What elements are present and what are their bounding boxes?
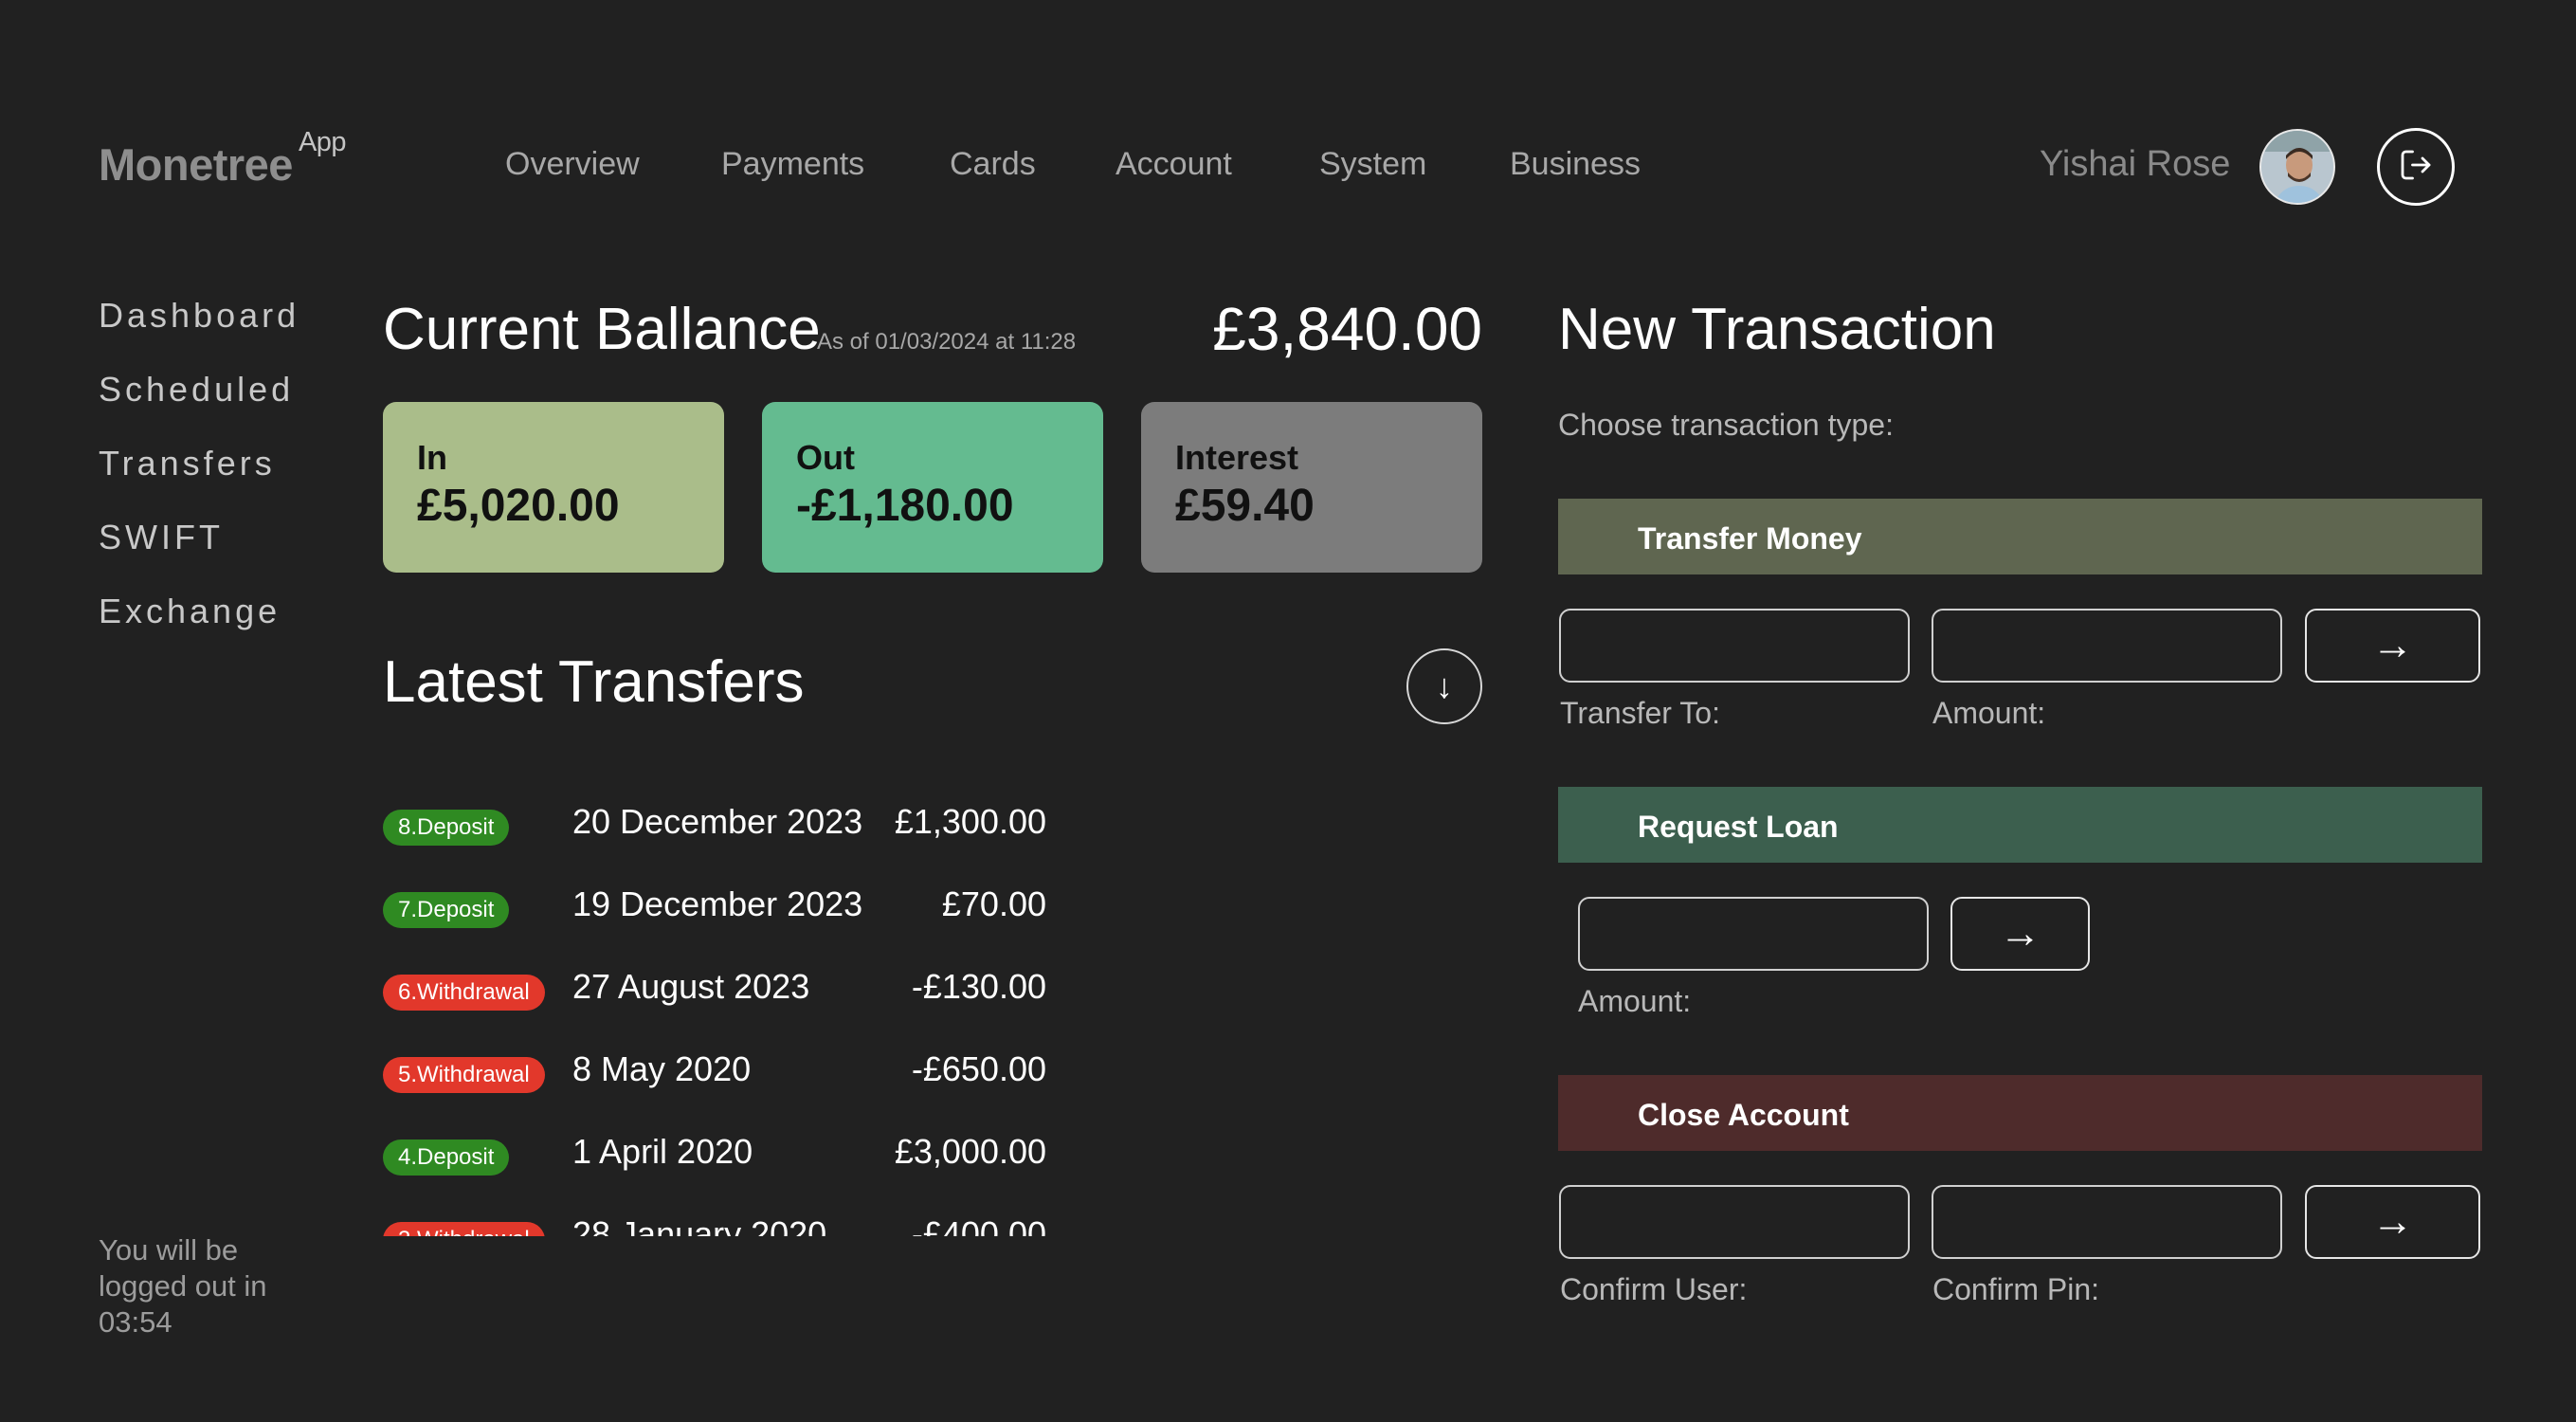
sidebar-item-transfers[interactable]: Transfers [99, 444, 276, 483]
balance-amount: £3,840.00 [1212, 295, 1482, 363]
summary-label: Out [796, 438, 855, 477]
tx-amount: -£130.00 [911, 967, 1046, 1006]
transfer-amount-input[interactable] [1932, 609, 2282, 683]
nav-overview[interactable]: Overview [505, 146, 640, 183]
sidebar-item-exchange[interactable]: Exchange [99, 592, 281, 631]
table-row: 5.Withdrawal 8 May 2020 -£650.00 [383, 1030, 1198, 1113]
loan-amount-label: Amount: [1578, 984, 1692, 1018]
sidebar-item-dashboard[interactable]: Dashboard [99, 296, 299, 336]
tx-type-badge: 7.Deposit [383, 892, 510, 928]
tx-date: 28 January 2020 [572, 1214, 827, 1236]
sidebar-item-swift[interactable]: SWIFT [99, 518, 224, 557]
table-row: 7.Deposit 19 December 2023 £70.00 [383, 866, 1198, 948]
transfers-list[interactable]: 8.Deposit 20 December 2023 £1,300.00 7.D… [383, 783, 1198, 1236]
balance-as-of: As of 01/03/2024 at 11:28 [817, 329, 1077, 355]
logout-icon [2396, 145, 2436, 190]
tx-type-badge: 8.Deposit [383, 810, 510, 846]
confirm-user-label: Confirm User: [1560, 1272, 1748, 1306]
sort-button[interactable]: ↓ [1406, 648, 1482, 724]
confirm-user-input[interactable] [1559, 1185, 1910, 1259]
arrow-right-icon: → [1999, 910, 2041, 957]
table-row: 8.Deposit 20 December 2023 £1,300.00 [383, 783, 1198, 866]
tx-type-badge: 6.Withdrawal [383, 975, 545, 1011]
tx-amount: £1,300.00 [894, 802, 1046, 841]
loan-submit-button[interactable]: → [1950, 897, 2090, 971]
avatar[interactable] [2259, 129, 2335, 205]
user-name[interactable]: Yishai Rose [2040, 144, 2230, 185]
request-loan-header: Request Loan [1558, 787, 2482, 863]
summary-value: £5,020.00 [417, 481, 620, 531]
tx-type-badge: 3.Withdrawal [383, 1222, 545, 1236]
tx-type-badge: 4.Deposit [383, 1139, 510, 1176]
nav-business[interactable]: Business [1510, 146, 1641, 183]
transfer-money-header: Transfer Money [1558, 499, 2482, 574]
confirm-pin-label: Confirm Pin: [1932, 1272, 2100, 1306]
new-transaction-title: New Transaction [1558, 297, 1996, 362]
app-suffix: App [298, 127, 347, 158]
table-row: 3.Withdrawal 28 January 2020 -£400.00 [383, 1195, 1198, 1236]
latest-transfers-title: Latest Transfers [383, 649, 805, 715]
summary-value: -£1,180.00 [796, 481, 1014, 531]
app-name: Monetree [99, 139, 293, 190]
summary-label: In [417, 438, 447, 477]
confirm-pin-input[interactable] [1932, 1185, 2282, 1259]
loan-amount-input[interactable] [1578, 897, 1929, 971]
tx-amount: £70.00 [941, 884, 1046, 923]
summary-card-in: In £5,020.00 [383, 402, 724, 573]
summary-card-out: Out -£1,180.00 [762, 402, 1103, 573]
tx-type-badge: 5.Withdrawal [383, 1057, 545, 1093]
tx-date: 20 December 2023 [572, 802, 863, 841]
tx-date: 27 August 2023 [572, 967, 810, 1006]
new-transaction-subtitle: Choose transaction type: [1558, 408, 1894, 442]
nav-cards[interactable]: Cards [950, 146, 1036, 183]
tx-date: 8 May 2020 [572, 1049, 752, 1088]
summary-value: £59.40 [1175, 481, 1315, 531]
balance-title: Current Ballance [383, 297, 821, 362]
close-account-header: Close Account [1558, 1075, 2482, 1151]
logout-button[interactable] [2377, 128, 2455, 206]
sidebar-item-scheduled[interactable]: Scheduled [99, 370, 294, 410]
tx-amount: -£650.00 [911, 1049, 1046, 1088]
tx-amount: £3,000.00 [894, 1132, 1046, 1171]
arrow-down-icon: ↓ [1436, 666, 1453, 705]
tx-date: 1 April 2020 [572, 1132, 753, 1171]
nav-account[interactable]: Account [1116, 146, 1232, 183]
app-logo[interactable]: Monetree App [99, 127, 347, 191]
summary-label: Interest [1175, 438, 1299, 477]
nav-payments[interactable]: Payments [721, 146, 864, 183]
table-row: 4.Deposit 1 April 2020 £3,000.00 [383, 1113, 1198, 1195]
transfer-submit-button[interactable]: → [2305, 609, 2480, 683]
nav-system[interactable]: System [1319, 146, 1426, 183]
arrow-right-icon: → [2371, 622, 2414, 668]
transfer-amount-label: Amount: [1932, 696, 2046, 730]
tx-date: 19 December 2023 [572, 884, 863, 923]
summary-card-interest: Interest £59.40 [1141, 402, 1482, 573]
close-account-submit-button[interactable]: → [2305, 1185, 2480, 1259]
table-row: 6.Withdrawal 27 August 2023 -£130.00 [383, 948, 1198, 1030]
transfer-to-input[interactable] [1559, 609, 1910, 683]
arrow-right-icon: → [2371, 1198, 2414, 1245]
tx-amount: -£400.00 [911, 1214, 1046, 1236]
transfer-to-label: Transfer To: [1560, 696, 1720, 730]
logout-timer: You will be logged out in 03:54 [99, 1233, 267, 1339]
